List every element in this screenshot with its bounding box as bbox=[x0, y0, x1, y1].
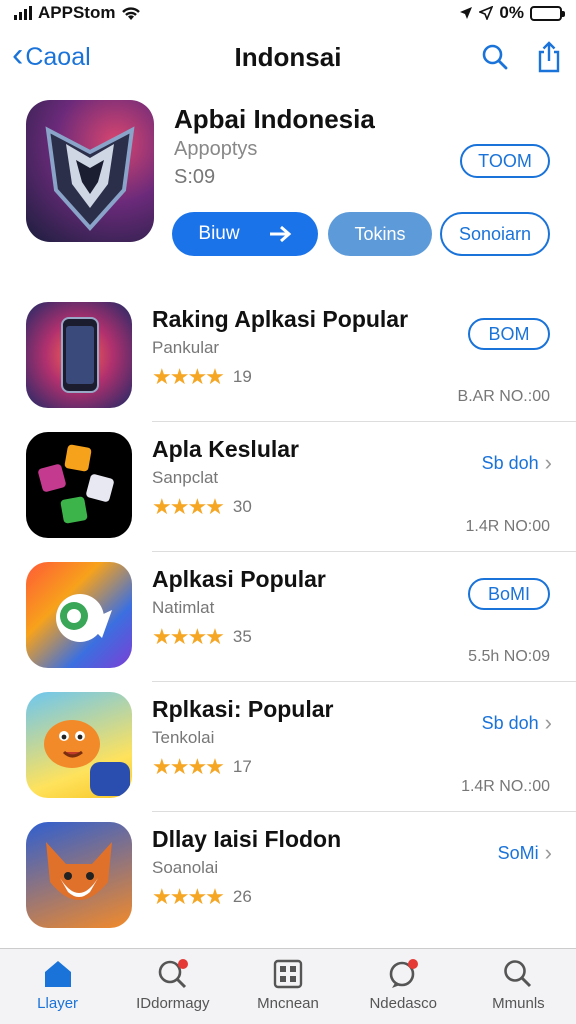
location-outline-icon bbox=[479, 6, 494, 20]
chevron-left-icon: ‹ bbox=[12, 36, 24, 74]
game-app-icon bbox=[26, 432, 132, 538]
app-subtitle: Natimlat bbox=[152, 598, 215, 617]
search-button[interactable] bbox=[480, 42, 510, 72]
signal-icon bbox=[14, 6, 32, 20]
battery-percent: 0% bbox=[499, 3, 524, 22]
tab-search[interactable]: Mmunls bbox=[461, 949, 576, 1024]
status-bar: APPStom 0% bbox=[0, 0, 576, 26]
battery-icon bbox=[530, 5, 565, 21]
list-item[interactable]: Apla Keslular Sanpclat ★★★★ 30 Sb doh › … bbox=[0, 422, 576, 552]
share-button[interactable] bbox=[534, 41, 564, 73]
app-title: Rplkasi: Popular bbox=[152, 696, 334, 722]
get-button[interactable]: BOM bbox=[468, 318, 550, 350]
back-label: Caoal bbox=[25, 42, 91, 71]
featured-app-meta: S:09 bbox=[174, 166, 216, 188]
rating-count: 26 bbox=[232, 887, 252, 906]
list-item[interactable]: Dllay Iaisi Flodon Soanolai ★★★★ 26 SoMi… bbox=[0, 812, 576, 942]
list-item[interactable]: Raking Aplkasi Popular Pankular ★★★★ 19 … bbox=[0, 292, 576, 422]
tab-messages[interactable]: Ndedasco bbox=[346, 949, 461, 1024]
status-left: APPStom bbox=[14, 3, 141, 23]
app-subtitle: Sanpclat bbox=[152, 468, 219, 487]
search-badge-icon bbox=[158, 959, 188, 989]
chevron-right-icon: › bbox=[544, 710, 552, 735]
share-icon bbox=[538, 41, 560, 73]
tab-label: IDdormagy bbox=[136, 995, 210, 1012]
star-rating-icon: ★★★★ bbox=[152, 364, 225, 389]
status-right: 0% bbox=[459, 3, 565, 23]
app-rating: ★★★★ 30 bbox=[152, 494, 252, 520]
rating-count: 30 bbox=[232, 497, 252, 516]
cartoon-animal-app-icon bbox=[26, 692, 132, 798]
app-rating: ★★★★ 19 bbox=[152, 364, 252, 390]
app-size: 1.4R NO:00 bbox=[465, 518, 550, 535]
list-item[interactable]: Rplkasi: Popular Tenkolai ★★★★ 17 Sb doh… bbox=[0, 682, 576, 812]
star-rating-icon: ★★★★ bbox=[152, 494, 225, 519]
app-title: Dllay Iaisi Flodon bbox=[152, 826, 342, 852]
link-label: SoMi bbox=[497, 842, 539, 863]
star-rating-icon: ★★★★ bbox=[152, 754, 225, 779]
list-item[interactable]: Aplkasi Popular Natimlat ★★★★ 35 BoMI 5.… bbox=[0, 552, 576, 682]
arrow-right-icon bbox=[269, 225, 291, 243]
app-size: B.AR NO.:00 bbox=[457, 388, 550, 405]
app-rating: ★★★★ 17 bbox=[152, 754, 252, 780]
tab-label: Mmunls bbox=[492, 995, 545, 1012]
app-title: Raking Aplkasi Popular bbox=[152, 306, 409, 332]
fox-app-icon bbox=[26, 822, 132, 928]
see-details-link[interactable]: SoMi › bbox=[498, 840, 552, 866]
app-size: 5.5h NO:09 bbox=[468, 648, 550, 665]
star-rating-icon: ★★★★ bbox=[152, 624, 225, 649]
tab-home[interactable]: Llayer bbox=[0, 949, 115, 1024]
see-details-link[interactable]: Sb doh › bbox=[482, 710, 552, 736]
location-icon bbox=[460, 7, 473, 19]
primary-button-label: Biuw bbox=[198, 223, 240, 244]
search-icon bbox=[482, 44, 508, 70]
grid-icon bbox=[273, 959, 303, 989]
featured-app-icon[interactable] bbox=[26, 100, 154, 242]
home-icon bbox=[44, 961, 71, 987]
masked-figure-icon bbox=[45, 126, 135, 231]
rating-count: 19 bbox=[232, 367, 252, 386]
wifi-icon bbox=[122, 6, 141, 20]
app-list: Raking Aplkasi Popular Pankular ★★★★ 19 … bbox=[0, 292, 576, 942]
app-subtitle: Tenkolai bbox=[152, 728, 215, 747]
link-label: Sb doh bbox=[481, 712, 539, 733]
app-title: Apla Keslular bbox=[152, 436, 299, 462]
featured-get-button[interactable]: TOOM bbox=[460, 144, 550, 178]
app-subtitle: Pankular bbox=[152, 338, 220, 357]
featured-secondary-button[interactable]: Tokins bbox=[328, 212, 432, 256]
rating-count: 17 bbox=[232, 757, 252, 776]
tab-bar: Llayer IDdormagy Mncnean Ndedasco Mmunls bbox=[0, 948, 576, 1024]
chat-badge-icon bbox=[389, 959, 419, 988]
nav-actions bbox=[480, 41, 564, 73]
see-details-link[interactable]: Sb doh › bbox=[482, 450, 552, 476]
get-button[interactable]: BoMI bbox=[468, 578, 550, 610]
rating-count: 35 bbox=[232, 627, 252, 646]
nav-bar: ‹ Caoal Indonsai bbox=[0, 34, 576, 80]
featured-app: Apbai Indonesia Appoptys S:09 TOOM Biuw … bbox=[26, 100, 556, 260]
chevron-right-icon: › bbox=[544, 450, 552, 475]
tab-label: Ndedasco bbox=[369, 995, 437, 1012]
link-label: Sb doh bbox=[481, 452, 539, 473]
app-rating: ★★★★ 26 bbox=[152, 884, 252, 910]
featured-app-title: Apbai Indonesia bbox=[174, 104, 375, 134]
featured-primary-button[interactable]: Biuw bbox=[172, 212, 318, 256]
app-rating: ★★★★ 35 bbox=[152, 624, 252, 650]
app-subtitle: Soanolai bbox=[152, 858, 219, 877]
search-icon bbox=[504, 960, 532, 988]
featured-outline-button[interactable]: Sonoiarn bbox=[440, 212, 550, 256]
tab-apps[interactable]: Mncnean bbox=[230, 949, 345, 1024]
carrier-label: APPStom bbox=[38, 3, 116, 22]
app-size: 1.4R NO.:00 bbox=[461, 778, 550, 795]
star-rating-icon: ★★★★ bbox=[152, 884, 225, 909]
featured-app-subtitle: Appoptys bbox=[174, 138, 258, 160]
phone-app-icon bbox=[26, 302, 132, 408]
tab-label: Llayer bbox=[37, 995, 79, 1012]
app-title: Aplkasi Popular bbox=[152, 566, 326, 592]
back-button[interactable]: ‹ Caoal bbox=[12, 38, 91, 72]
tab-discovery[interactable]: IDdormagy bbox=[115, 949, 230, 1024]
colorful-app-icon bbox=[26, 562, 132, 668]
chevron-right-icon: › bbox=[544, 840, 552, 865]
tab-label: Mncnean bbox=[257, 995, 319, 1012]
